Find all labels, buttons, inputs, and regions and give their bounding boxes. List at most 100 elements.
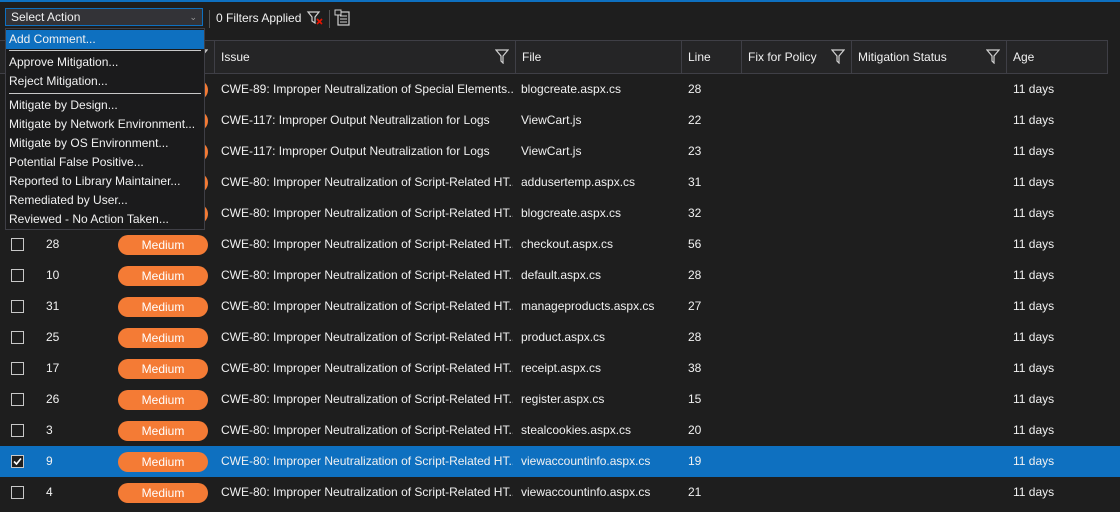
table-row[interactable]: 4 Medium CWE-80: Improper Neutralization o… bbox=[0, 477, 1120, 508]
table-row[interactable]: 17 Medium CWE-80: Improper Neutralization … bbox=[0, 353, 1120, 384]
menu-item[interactable]: Mitigate by OS Environment... bbox=[6, 134, 204, 153]
header-line-label: Line bbox=[688, 50, 711, 64]
age-cell: 11 days bbox=[1013, 144, 1055, 158]
severity-badge: Medium bbox=[118, 297, 208, 317]
severity-badge: Medium bbox=[118, 359, 208, 379]
line-cell: 38 bbox=[688, 361, 702, 375]
severity-label: Medium bbox=[141, 238, 185, 252]
line-cell: 21 bbox=[688, 485, 702, 499]
line-cell: 20 bbox=[688, 423, 702, 437]
row-id: 26 bbox=[46, 392, 60, 406]
file-cell: ViewCart.js bbox=[521, 113, 582, 127]
age-cell: 11 days bbox=[1013, 392, 1055, 406]
row-id: 28 bbox=[46, 237, 60, 251]
table-row[interactable]: 25 Medium CWE-80: Improper Neutralization … bbox=[0, 322, 1120, 353]
issue-cell: CWE-80: Improper Neutralization of Scrip… bbox=[221, 206, 513, 220]
issue-cell: CWE-80: Improper Neutralization of Scrip… bbox=[221, 175, 513, 189]
row-id: 9 bbox=[46, 454, 53, 468]
row-checkbox[interactable] bbox=[11, 424, 24, 437]
file-cell: blogcreate.aspx.cs bbox=[521, 206, 622, 220]
filter-clear-icon[interactable] bbox=[306, 9, 324, 27]
row-checkbox[interactable] bbox=[11, 393, 24, 406]
select-action-menu: Add Comment... Approve Mitigation... Rejec… bbox=[5, 28, 205, 230]
row-checkbox[interactable] bbox=[11, 362, 24, 375]
row-id: 17 bbox=[46, 361, 60, 375]
severity-badge: Medium bbox=[118, 328, 208, 348]
age-cell: 11 days bbox=[1013, 299, 1055, 313]
line-cell: 28 bbox=[688, 268, 702, 282]
filters-applied-text: 0 Filters Applied bbox=[216, 11, 302, 25]
age-cell: 11 days bbox=[1013, 113, 1055, 127]
export-icon[interactable] bbox=[334, 9, 352, 27]
table-row[interactable]: 28 Medium CWE-80: Improper Neutralization … bbox=[0, 229, 1120, 260]
row-checkbox[interactable] bbox=[11, 486, 24, 499]
issue-cell: CWE-80: Improper Neutralization of Scrip… bbox=[221, 237, 513, 251]
header-fix-for-policy[interactable]: Fix for Policy bbox=[742, 41, 852, 73]
menu-item[interactable]: Reported to Library Maintainer... bbox=[6, 172, 204, 191]
row-checkbox[interactable] bbox=[11, 238, 24, 251]
file-cell: addusertemp.aspx.cs bbox=[521, 175, 636, 189]
filter-icon[interactable] bbox=[495, 49, 509, 64]
header-mitigation-status[interactable]: Mitigation Status bbox=[852, 41, 1007, 73]
file-cell: blogcreate.aspx.cs bbox=[521, 82, 622, 96]
menu-item[interactable]: Reviewed - No Action Taken... bbox=[6, 210, 204, 229]
select-action-label: Select Action bbox=[11, 10, 81, 24]
header-file[interactable]: File bbox=[516, 41, 682, 73]
menu-item[interactable]: Approve Mitigation... bbox=[6, 53, 204, 72]
age-cell: 11 days bbox=[1013, 175, 1055, 189]
table-row[interactable]: 10 Medium CWE-80: Improper Neutralization … bbox=[0, 260, 1120, 291]
table-row[interactable]: 3 Medium CWE-80: Improper Neutralization o… bbox=[0, 415, 1120, 446]
menu-item[interactable]: Remediated by User... bbox=[6, 191, 204, 210]
row-checkbox[interactable] bbox=[11, 300, 24, 313]
header-issue-label: Issue bbox=[221, 50, 250, 64]
row-checkbox[interactable] bbox=[11, 331, 24, 344]
menu-item[interactable]: Add Comment... bbox=[6, 30, 204, 49]
age-cell: 11 days bbox=[1013, 206, 1055, 220]
toolbar-separator bbox=[329, 10, 330, 28]
severity-badge: Medium bbox=[118, 421, 208, 441]
table-row[interactable]: 26 Medium CWE-80: Improper Neutralization … bbox=[0, 384, 1120, 415]
chevron-down-icon: ⌄ bbox=[189, 12, 197, 22]
filter-icon[interactable] bbox=[986, 49, 1000, 64]
issue-cell: CWE-80: Improper Neutralization of Scrip… bbox=[221, 299, 513, 313]
menu-item[interactable]: Mitigate by Network Environment... bbox=[6, 115, 204, 134]
header-age[interactable]: Age bbox=[1007, 41, 1108, 73]
issue-cell: CWE-80: Improper Neutralization of Scrip… bbox=[221, 268, 513, 282]
severity-badge: Medium bbox=[118, 235, 208, 255]
severity-label: Medium bbox=[141, 424, 185, 438]
severity-badge: Medium bbox=[118, 390, 208, 410]
line-cell: 15 bbox=[688, 392, 702, 406]
row-checkbox[interactable] bbox=[11, 269, 24, 282]
issue-cell: CWE-80: Improper Neutralization of Scrip… bbox=[221, 485, 513, 499]
line-cell: 28 bbox=[688, 82, 702, 96]
table-row[interactable]: 31 Medium CWE-80: Improper Neutralization … bbox=[0, 291, 1120, 322]
filter-icon[interactable] bbox=[831, 49, 845, 64]
row-id: 3 bbox=[46, 423, 53, 437]
age-cell: 11 days bbox=[1013, 268, 1055, 282]
menu-item[interactable]: Potential False Positive... bbox=[6, 153, 204, 172]
file-cell: manageproducts.aspx.cs bbox=[521, 299, 655, 313]
severity-badge: Medium bbox=[118, 483, 208, 503]
toolbar-separator bbox=[209, 10, 210, 28]
line-cell: 23 bbox=[688, 144, 702, 158]
row-id: 25 bbox=[46, 330, 60, 344]
file-cell: receipt.aspx.cs bbox=[521, 361, 602, 375]
header-mitigation-status-label: Mitigation Status bbox=[858, 50, 947, 64]
header-age-label: Age bbox=[1013, 50, 1035, 64]
age-cell: 11 days bbox=[1013, 330, 1055, 344]
line-cell: 32 bbox=[688, 206, 702, 220]
select-action-dropdown[interactable]: Select Action ⌄ bbox=[5, 8, 203, 26]
header-line[interactable]: Line bbox=[682, 41, 742, 73]
severity-badge: Medium bbox=[118, 266, 208, 286]
row-id: 10 bbox=[46, 268, 60, 282]
menu-item[interactable]: Mitigate by Design... bbox=[6, 96, 204, 115]
header-file-label: File bbox=[522, 50, 542, 64]
severity-label: Medium bbox=[141, 486, 185, 500]
age-cell: 11 days bbox=[1013, 361, 1055, 375]
row-checkbox[interactable] bbox=[11, 455, 24, 468]
header-issue[interactable]: Issue bbox=[215, 41, 516, 73]
menu-item[interactable]: Reject Mitigation... bbox=[6, 72, 204, 91]
line-cell: 22 bbox=[688, 113, 702, 127]
line-cell: 27 bbox=[688, 299, 702, 313]
table-row[interactable]: 9 Medium CWE-80: Improper Neutralization o… bbox=[0, 446, 1120, 477]
